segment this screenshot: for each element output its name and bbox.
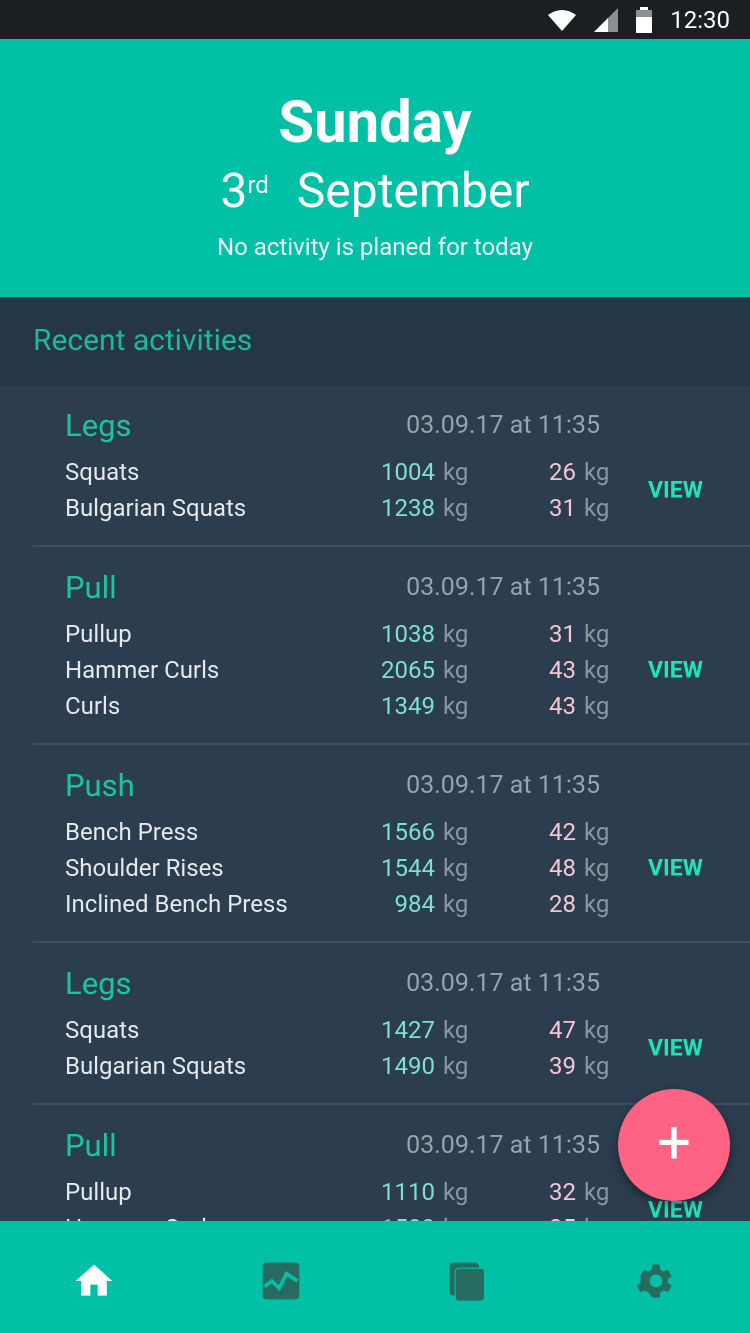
unit: kg <box>443 890 469 918</box>
view-button[interactable]: VIEW <box>648 855 703 882</box>
exercise-name: Curls <box>65 692 121 720</box>
date-line: 3rd September <box>220 162 530 219</box>
unit: kg <box>584 1052 610 1080</box>
unit: kg <box>584 656 610 684</box>
unit: kg <box>584 620 610 648</box>
max-weight: 35 <box>473 1214 576 1221</box>
max-weight: 42 <box>549 818 576 846</box>
bottom-nav <box>0 1221 750 1333</box>
exercise-row: Curls 1349 kg 43 kg <box>65 688 750 724</box>
exercise-name: Bulgarian Squats <box>65 494 247 522</box>
activity-card: Push 03.09.17 at 11:35 Bench Press 1566 kg… <box>33 745 750 943</box>
exercise-name: Bulgarian Squats <box>65 1052 247 1080</box>
total-weight: 1490 <box>381 1052 435 1080</box>
max-weight: 47 <box>549 1016 576 1044</box>
total-weight: 1038 <box>381 620 435 648</box>
signal-icon <box>594 7 619 32</box>
total-weight: 1566 <box>381 818 435 846</box>
exercise-name: Shoulder Rises <box>65 854 224 882</box>
max-weight: 48 <box>549 854 576 882</box>
exercise-row: Inclined Bench Press 984 kg 28 kg <box>65 886 750 922</box>
unit: kg <box>443 1214 473 1221</box>
unit: kg <box>584 494 610 522</box>
unit: kg <box>443 1016 469 1044</box>
activity-card: Legs 03.09.17 at 11:35 Squats 1427 kg 47 kg… <box>33 943 750 1105</box>
clock: 12:30 <box>670 5 730 34</box>
unit: kg <box>443 854 469 882</box>
exercise-name: Hammer Curls <box>65 1214 365 1221</box>
exercise-row: Bench Press 1566 kg 42 kg <box>65 814 750 850</box>
unit: kg <box>443 1178 469 1206</box>
recent-activities-heading: Recent activities <box>0 297 750 385</box>
view-button[interactable]: VIEW <box>648 657 703 684</box>
cards-icon[interactable] <box>446 1259 490 1303</box>
exercise-name: Squats <box>65 458 140 486</box>
status-bar: 12:30 <box>0 0 750 39</box>
activity-card: Legs 03.09.17 at 11:35 Squats 1004 kg 26 kg… <box>33 385 750 547</box>
unit: kg <box>584 890 610 918</box>
activity-name: Pull <box>65 568 117 606</box>
no-activity-text: No activity is planed for today <box>217 233 533 261</box>
total-weight: 1110 <box>381 1178 435 1206</box>
unit: kg <box>584 1214 614 1221</box>
max-weight: 32 <box>549 1178 576 1206</box>
total-weight: 1004 <box>381 458 435 486</box>
exercise-name: Hammer Curls <box>65 656 220 684</box>
activity-date: 03.09.17 at 11:35 <box>406 572 600 602</box>
exercise-name: Inclined Bench Press <box>65 890 288 918</box>
unit: kg <box>584 1016 610 1044</box>
unit: kg <box>443 1052 469 1080</box>
total-weight: 2065 <box>381 656 435 684</box>
view-button[interactable]: VIEW <box>648 477 703 504</box>
wifi-icon <box>548 9 577 31</box>
unit: kg <box>443 458 469 486</box>
max-weight: 26 <box>549 458 576 486</box>
unit: kg <box>584 818 610 846</box>
activity-date: 03.09.17 at 11:35 <box>406 968 600 998</box>
activity-list[interactable]: Legs 03.09.17 at 11:35 Squats 1004 kg 26 kg… <box>0 385 750 1221</box>
activity-card: Pull 03.09.17 at 11:35 Pullup 1038 kg 31 kg… <box>33 547 750 745</box>
max-weight: 31 <box>549 494 576 522</box>
activity-date: 03.09.17 at 11:35 <box>406 770 600 800</box>
total-weight: 1238 <box>381 494 435 522</box>
total-weight: 1582 <box>365 1214 435 1221</box>
exercise-name: Squats <box>65 1016 140 1044</box>
exercise-row: Pullup 1038 kg 31 kg <box>65 616 750 652</box>
activity-date: 03.09.17 at 11:35 <box>406 410 600 440</box>
home-icon[interactable] <box>72 1259 116 1303</box>
activity-name: Push <box>65 766 135 804</box>
settings-icon[interactable] <box>634 1259 678 1303</box>
chart-icon[interactable] <box>259 1259 303 1303</box>
unit: kg <box>584 692 610 720</box>
total-weight: 1349 <box>381 692 435 720</box>
view-button[interactable]: VIEW <box>648 1035 703 1062</box>
unit: kg <box>443 692 469 720</box>
exercise-name: Pullup <box>65 620 132 648</box>
exercise-name: Pullup <box>65 1178 132 1206</box>
unit: kg <box>443 494 469 522</box>
total-weight: 1544 <box>381 854 435 882</box>
day-name: Sunday <box>278 89 472 157</box>
max-weight: 28 <box>549 890 576 918</box>
activity-name: Legs <box>65 964 132 1002</box>
activity-date: 03.09.17 at 11:35 <box>406 1130 600 1160</box>
unit: kg <box>443 656 469 684</box>
unit: kg <box>443 818 469 846</box>
total-weight: 1427 <box>381 1016 435 1044</box>
activity-name: Legs <box>65 406 132 444</box>
battery-icon <box>636 6 653 33</box>
exercise-name: Bench Press <box>65 818 199 846</box>
add-activity-button[interactable]: + <box>618 1089 730 1201</box>
unit: kg <box>584 458 610 486</box>
date-header: Sunday 3rd September No activity is plane… <box>0 39 750 297</box>
max-weight: 39 <box>549 1052 576 1080</box>
max-weight: 43 <box>549 692 576 720</box>
max-weight: 43 <box>549 656 576 684</box>
total-weight: 984 <box>394 890 435 918</box>
unit: kg <box>584 854 610 882</box>
unit: kg <box>443 620 469 648</box>
max-weight: 31 <box>549 620 576 648</box>
activity-name: Pull <box>65 1126 117 1164</box>
unit: kg <box>584 1178 610 1206</box>
